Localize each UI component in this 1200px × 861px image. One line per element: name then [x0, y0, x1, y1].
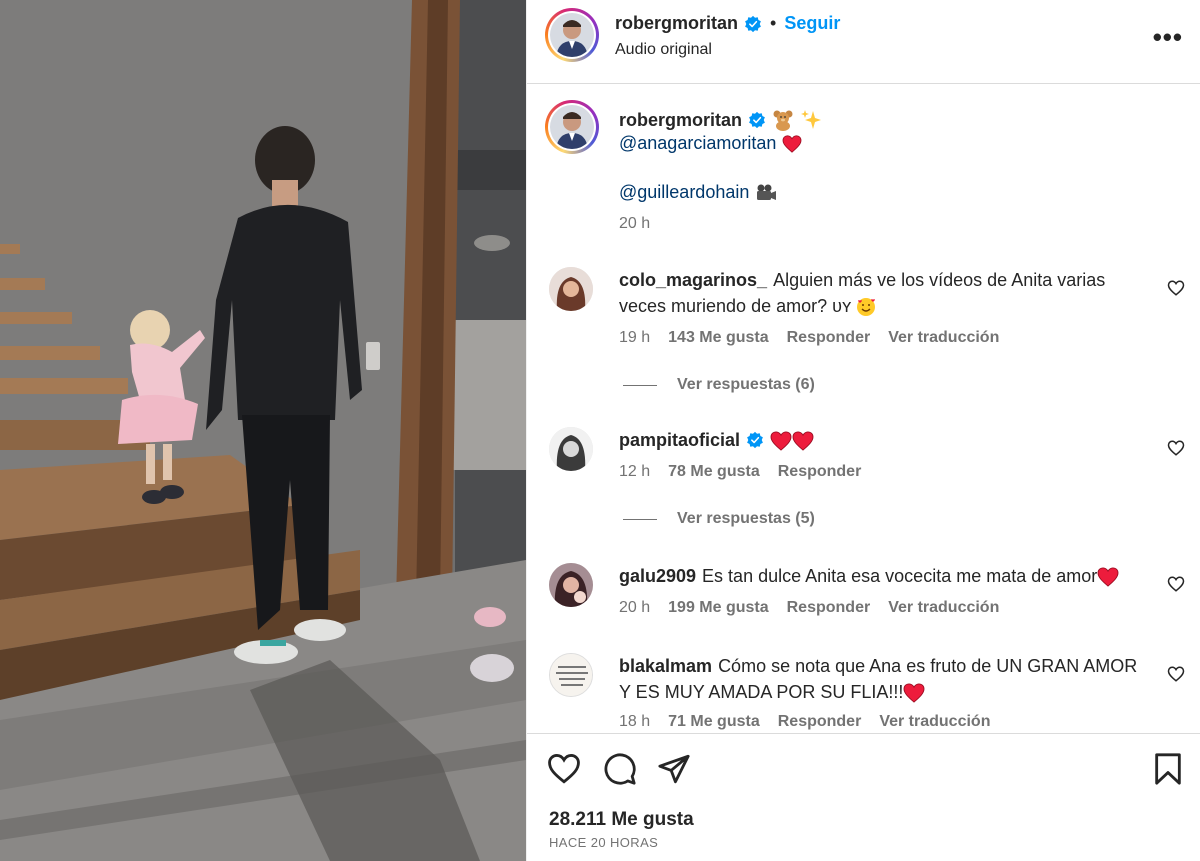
sparkles-icon: [801, 110, 822, 129]
comment-text: colo_magarinos_ Alguien más ve los vídeos…: [619, 267, 1149, 319]
comment-like-icon[interactable]: [1167, 665, 1185, 683]
comment-time: 19 h: [619, 329, 651, 346]
caption-avatar[interactable]: [545, 100, 599, 154]
movie-camera-icon: [757, 184, 777, 200]
share-send-icon[interactable]: [657, 752, 691, 786]
like-heart-icon[interactable]: [547, 752, 581, 786]
comment-bubble-icon[interactable]: [603, 752, 637, 786]
comment-meta: 18 h 71 Me gusta Responder Ver traducció…: [619, 713, 990, 731]
commenter-avatar[interactable]: [549, 427, 593, 471]
comment-username[interactable]: colo_magarinos_: [619, 270, 767, 290]
comment-meta: 19 h 143 Me gusta Responder Ver traducci…: [619, 329, 999, 347]
save-bookmark-icon[interactable]: [1151, 752, 1185, 786]
comment-likes[interactable]: 71 Me gusta: [668, 713, 760, 731]
reply-button[interactable]: Responder: [787, 329, 871, 347]
replies-divider: [623, 384, 657, 386]
caption-timestamp: 20 h: [619, 215, 651, 232]
post-side-panel: robergmoritan • Seguir Audio original ••…: [526, 0, 1200, 861]
teddy-bear-icon: [773, 110, 793, 131]
comment-username[interactable]: pampitaoficial: [619, 430, 740, 450]
comment-text: galu2909 Es tan dulce Anita esa vocecita …: [619, 563, 1149, 589]
audio-link[interactable]: Audio original: [615, 41, 712, 59]
caption-username[interactable]: robergmoritan: [619, 110, 742, 131]
comment-text: pampitaoficial: [619, 427, 1149, 453]
red-heart-icon: [782, 134, 802, 153]
comment-meta: 12 h 78 Me gusta Responder: [619, 463, 861, 481]
comment-likes[interactable]: 199 Me gusta: [668, 599, 768, 617]
translate-button[interactable]: Ver traducción: [888, 329, 999, 347]
caption-user-row: robergmoritan: [619, 109, 822, 131]
translate-button[interactable]: Ver traducción: [888, 599, 999, 617]
comment-username[interactable]: galu2909: [619, 566, 696, 586]
comments-section[interactable]: robergmoritan @anagarciamoritan @guillea…: [527, 85, 1200, 733]
verified-badge-icon: [747, 431, 763, 449]
reply-button[interactable]: Responder: [778, 713, 862, 731]
comment-body: Es tan dulce Anita esa vocecita me mata …: [702, 566, 1098, 586]
mention-link-anagarciamoritan[interactable]: @anagarciamoritan: [619, 133, 776, 154]
header-user-row: robergmoritan • Seguir: [615, 13, 840, 34]
comment-like-icon[interactable]: [1167, 439, 1185, 457]
view-replies-label: Ver respuestas (6): [677, 376, 815, 393]
red-heart-icon: [792, 431, 814, 451]
video-frame: [0, 0, 526, 861]
verified-badge-icon: [749, 111, 765, 129]
commenter-avatar[interactable]: [549, 563, 593, 607]
comment-text: blakalmam Cómo se nota que Ana es fruto d…: [619, 653, 1149, 705]
comment-meta: 20 h 199 Me gusta Responder Ver traducci…: [619, 599, 999, 617]
comment-time: 20 h: [619, 599, 651, 616]
view-replies-button[interactable]: Ver respuestas (5): [623, 510, 815, 528]
author-username[interactable]: robergmoritan: [615, 13, 738, 34]
post-actions: 28.211 Me gusta HACE 20 HORAS: [527, 733, 1200, 861]
mention-link-guilleardohain[interactable]: @guilleardohain: [619, 182, 749, 203]
comment-time: 18 h: [619, 713, 651, 730]
comment-like-icon[interactable]: [1167, 575, 1185, 593]
post-timestamp: HACE 20 HORAS: [549, 835, 659, 850]
caption-line-1: @anagarciamoritan: [619, 133, 802, 154]
separator-dot: •: [770, 13, 777, 33]
author-avatar[interactable]: [545, 8, 599, 62]
red-heart-icon: [1097, 567, 1119, 587]
post-likes-count[interactable]: 28.211 Me gusta: [549, 809, 694, 831]
reply-button[interactable]: Responder: [787, 599, 871, 617]
comment-time: 12 h: [619, 463, 651, 480]
smiling-face-with-hearts-icon: [857, 298, 876, 317]
caption-line-2: @guilleardohain: [619, 182, 777, 203]
post-video[interactable]: [0, 0, 526, 861]
comment-like-icon[interactable]: [1167, 279, 1185, 297]
commenter-avatar[interactable]: [549, 267, 593, 311]
comment-likes[interactable]: 78 Me gusta: [668, 463, 760, 481]
post-header: robergmoritan • Seguir Audio original ••…: [527, 0, 1200, 84]
view-replies-button[interactable]: Ver respuestas (6): [623, 376, 815, 394]
reply-button[interactable]: Responder: [778, 463, 862, 481]
replies-divider: [623, 518, 657, 520]
view-replies-label: Ver respuestas (5): [677, 510, 815, 527]
more-options-icon[interactable]: •••: [1153, 22, 1183, 53]
comment-username[interactable]: blakalmam: [619, 656, 712, 676]
red-heart-icon: [903, 683, 925, 703]
commenter-avatar[interactable]: [549, 653, 593, 697]
translate-button[interactable]: Ver traducción: [879, 713, 990, 731]
comment-likes[interactable]: 143 Me gusta: [668, 329, 768, 347]
follow-button[interactable]: Seguir: [784, 13, 840, 34]
verified-badge-icon: [745, 15, 761, 32]
red-heart-icon: [770, 431, 792, 451]
